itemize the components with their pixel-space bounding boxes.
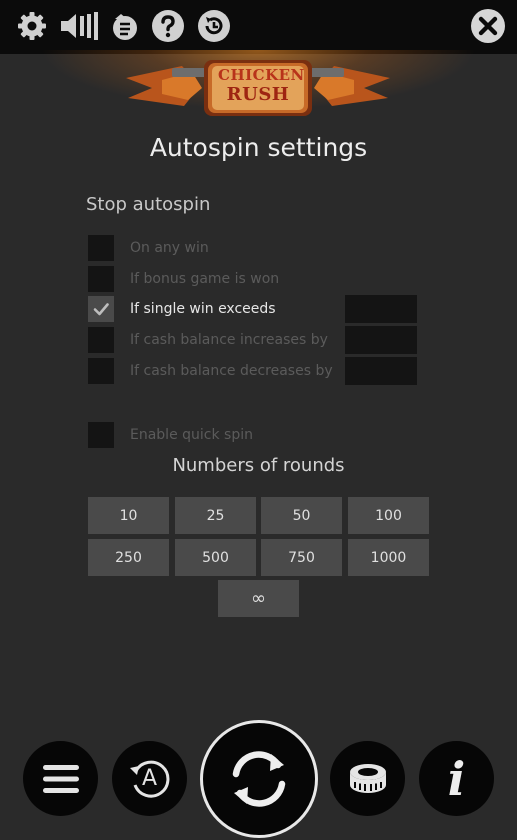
game-logo: CHICKEN RUSH xyxy=(122,58,394,122)
page-title: Autospin settings xyxy=(149,133,368,162)
rounds-button-25[interactable]: 25 xyxy=(175,497,256,534)
rounds-button-250[interactable]: 250 xyxy=(88,539,169,576)
checkbox-balance-decreases[interactable] xyxy=(88,358,114,384)
checkbox-balance-increases[interactable] xyxy=(88,327,114,353)
checkbox-single-win-exceeds[interactable] xyxy=(88,296,114,322)
info-button[interactable]: i xyxy=(419,741,494,816)
menu-button[interactable] xyxy=(23,741,98,816)
option-balance-increases: If cash balance increases by xyxy=(88,327,328,353)
rounds-button-10[interactable]: 10 xyxy=(88,497,169,534)
gear-icon[interactable] xyxy=(14,8,50,44)
logo-text-chicken: CHICKEN xyxy=(218,66,305,84)
rounds-button-1000[interactable]: 1000 xyxy=(348,539,429,576)
top-bar xyxy=(0,0,517,54)
option-balance-decreases: If cash balance decreases by xyxy=(88,358,333,384)
stop-autospin-heading: Stop autospin xyxy=(86,194,211,215)
checkbox-bonus-game-won[interactable] xyxy=(88,266,114,292)
checkbox-any-win[interactable] xyxy=(88,235,114,261)
option-label: If cash balance increases by xyxy=(130,332,328,348)
rounds-button-750[interactable]: 750 xyxy=(261,539,342,576)
option-quick-spin: Enable quick spin xyxy=(88,422,253,448)
option-label: Enable quick spin xyxy=(130,427,253,443)
single-win-amount-field[interactable] xyxy=(345,295,417,323)
help-icon[interactable] xyxy=(150,8,186,44)
option-any-win: On any win xyxy=(88,235,209,261)
rounds-button-50[interactable]: 50 xyxy=(261,497,342,534)
history-icon[interactable] xyxy=(196,8,232,44)
rounds-button-500[interactable]: 500 xyxy=(175,539,256,576)
stake-icon[interactable] xyxy=(106,8,142,44)
rounds-button-100[interactable]: 100 xyxy=(348,497,429,534)
option-label: On any win xyxy=(130,240,209,256)
option-single-win-exceeds: If single win exceeds xyxy=(88,296,276,322)
info-icon: i xyxy=(447,751,466,806)
checkbox-quick-spin[interactable] xyxy=(88,422,114,448)
balance-increase-amount-field[interactable] xyxy=(345,326,417,354)
close-icon[interactable] xyxy=(470,8,506,44)
option-label: If bonus game is won xyxy=(130,271,280,287)
coin-stack-icon xyxy=(349,763,386,793)
option-bonus-game-won: If bonus game is won xyxy=(88,266,279,292)
logo-text-rush: RUSH xyxy=(226,84,290,105)
autoplay-button[interactable]: A xyxy=(112,741,187,816)
option-label: If cash balance decreases by xyxy=(130,363,333,379)
balance-decrease-amount-field[interactable] xyxy=(345,357,417,385)
bet-button[interactable] xyxy=(330,741,405,816)
spin-icon xyxy=(232,751,286,807)
sound-icon[interactable] xyxy=(58,8,102,44)
spin-button[interactable] xyxy=(200,720,318,838)
rounds-heading: Numbers of rounds xyxy=(172,455,345,476)
check-icon xyxy=(93,303,109,316)
autoplay-letter: A xyxy=(141,766,158,791)
rounds-button-infinite[interactable]: ∞ xyxy=(218,580,299,617)
menu-icon xyxy=(42,764,79,793)
option-label: If single win exceeds xyxy=(130,301,276,317)
